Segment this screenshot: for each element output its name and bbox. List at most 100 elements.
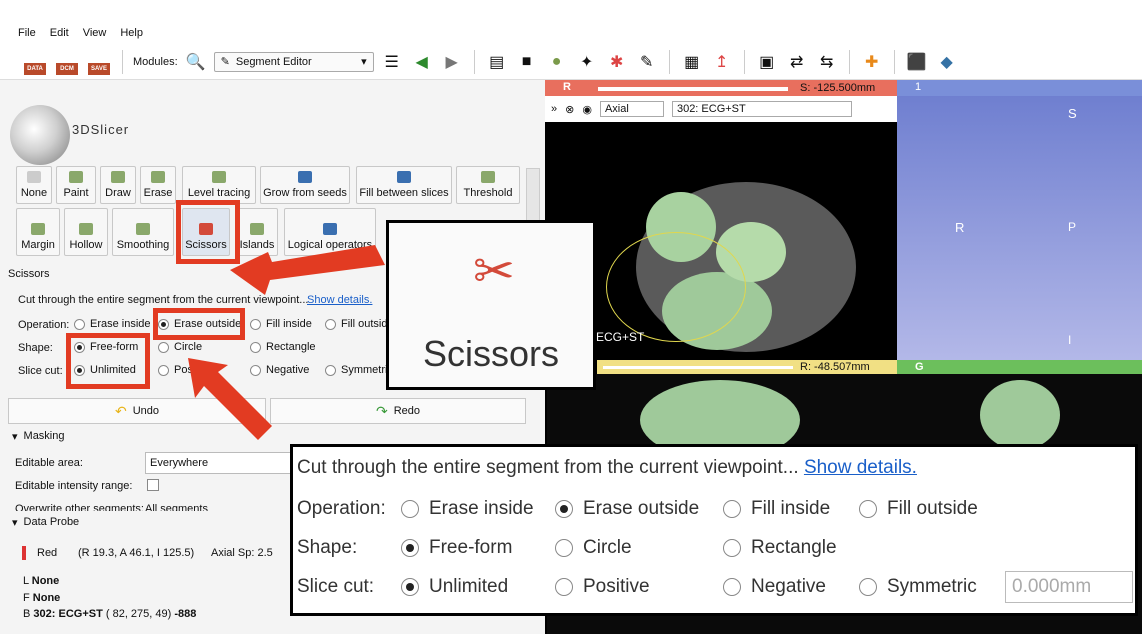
logical-operators-icon xyxy=(323,223,337,235)
probe-B: B 302: ECG+ST ( 82, 275, 49) -888 xyxy=(23,608,197,620)
section-title: Scissors xyxy=(8,268,50,280)
module-selector[interactable]: ✎ Segment Editor ▾ xyxy=(213,51,374,72)
search-icon[interactable]: 🔍 xyxy=(184,50,208,74)
effect-smoothing[interactable]: Smoothing xyxy=(112,208,174,256)
effect-margin[interactable]: Margin xyxy=(16,208,60,256)
probe-layer: Red xyxy=(37,547,58,559)
paint-icon xyxy=(69,171,83,183)
axis-i: I xyxy=(1068,333,1072,347)
blue-view-controller[interactable] xyxy=(897,80,1142,96)
popup-slice-unlimited[interactable]: Unlimited xyxy=(401,576,508,598)
menu-file[interactable]: File xyxy=(18,27,36,39)
menu-edit[interactable]: Edit xyxy=(50,27,69,39)
yellow-slider[interactable] xyxy=(603,366,793,369)
arrow-to-scissors xyxy=(230,245,385,295)
effect-fill-between-slices[interactable]: Fill between slices xyxy=(356,166,452,204)
popup-op-fill-outside[interactable]: Fill outside xyxy=(859,498,978,520)
save-button[interactable]: SAVE xyxy=(86,49,112,75)
back-icon[interactable]: ◀ xyxy=(410,50,434,74)
effect-grow-from-seeds[interactable]: Grow from seeds xyxy=(260,166,350,204)
threshold-icon xyxy=(481,171,495,183)
red-offset: S: -125.500mm xyxy=(800,82,876,94)
axial-ct-image[interactable] xyxy=(596,122,896,360)
smoothing-icon xyxy=(136,223,150,235)
data-module-icon[interactable]: ▤ xyxy=(485,50,509,74)
op-erase-inside[interactable]: Erase inside xyxy=(74,318,151,330)
draw-icon xyxy=(111,171,125,183)
red-slider[interactable] xyxy=(598,87,788,91)
python-icon[interactable]: ◆ xyxy=(935,50,959,74)
popup-shape-rectangle[interactable]: Rectangle xyxy=(723,537,837,559)
forward-icon[interactable]: ▶ xyxy=(440,50,464,74)
probe-F: F None xyxy=(23,592,61,604)
window-level-icon[interactable]: ⇆ xyxy=(815,50,839,74)
popup-slice-symmetric[interactable]: Symmetric xyxy=(859,576,977,598)
logo-text: 3DSlicer xyxy=(72,122,130,137)
orientation-select[interactable]: Axial xyxy=(599,101,664,117)
popup-show-details-link[interactable]: Show details. xyxy=(804,457,917,479)
volumes-icon[interactable]: ■ xyxy=(515,50,539,74)
menu-view[interactable]: View xyxy=(83,27,107,39)
operation-label: Operation: xyxy=(18,319,70,331)
overwrite-label: Overwrite other segments: xyxy=(15,503,144,511)
modules-label: Modules: xyxy=(133,55,178,68)
layout-icon[interactable]: ▦ xyxy=(680,50,704,74)
effect-hollow[interactable]: Hollow xyxy=(64,208,108,256)
popup-op-erase-inside[interactable]: Erase inside xyxy=(401,498,534,520)
pin-icon[interactable]: » xyxy=(551,103,557,115)
probe-spacing: Axial Sp: 2.5 xyxy=(211,547,273,559)
effect-erase[interactable]: Erase xyxy=(140,166,176,204)
fill-between-icon xyxy=(397,171,411,183)
effect-paint[interactable]: Paint xyxy=(56,166,96,204)
arrow-to-options xyxy=(188,358,272,440)
effect-level-tracing[interactable]: Level tracing xyxy=(182,166,256,204)
intensity-range-label: Editable intensity range: xyxy=(15,480,133,492)
editable-area-label: Editable area: xyxy=(15,457,83,469)
hollow-icon xyxy=(79,223,93,235)
level-tracing-icon xyxy=(212,171,226,183)
effect-draw[interactable]: Draw xyxy=(100,166,136,204)
effect-none[interactable]: None xyxy=(16,166,52,204)
yellow-offset: R: -48.507mm xyxy=(800,361,870,373)
mouse-mode-icon[interactable]: ⇄ xyxy=(785,50,809,74)
volume-select[interactable]: 302: ECG+ST xyxy=(671,101,852,117)
markups-icon[interactable]: ✱ xyxy=(605,50,629,74)
popup-op-fill-inside[interactable]: Fill inside xyxy=(723,498,830,520)
masking-header[interactable]: ▾ Masking xyxy=(12,430,65,443)
popup-slice-positive[interactable]: Positive xyxy=(555,576,650,598)
threed-view-letter: 1 xyxy=(915,81,922,93)
link-icon[interactable]: ⊗ xyxy=(565,103,574,116)
popup-op-erase-outside[interactable]: Erase outside xyxy=(555,498,699,520)
scissors-icon: ✂ xyxy=(473,243,515,299)
extensions-icon[interactable]: ⬛ xyxy=(905,50,929,74)
overwrite-select[interactable]: All segments xyxy=(145,503,295,511)
menu-help[interactable]: Help xyxy=(120,27,143,39)
crosshair-icon[interactable]: ↥ xyxy=(710,50,734,74)
callout-arrows xyxy=(188,245,385,440)
red-layer-marker xyxy=(22,546,26,560)
margin-icon xyxy=(31,223,45,235)
eye-icon[interactable]: ◉ xyxy=(582,103,592,116)
transforms-icon[interactable]: ✦ xyxy=(575,50,599,74)
threed-view[interactable] xyxy=(897,96,1142,360)
segment-editor-icon: ✎ xyxy=(220,56,230,68)
editor-icon[interactable]: ✎ xyxy=(635,50,659,74)
axis-s: S xyxy=(1068,106,1077,121)
effect-threshold[interactable]: Threshold xyxy=(456,166,520,204)
collapse-icon: ▾ xyxy=(12,517,18,529)
intensity-range-checkbox[interactable] xyxy=(147,479,159,491)
screenshot-icon[interactable]: ▣ xyxy=(755,50,779,74)
popup-operation-label: Operation: xyxy=(297,498,386,519)
popup-thickness-input[interactable]: 0.000mm xyxy=(1005,571,1133,603)
module-list-icon[interactable]: ☰ xyxy=(380,50,404,74)
popup-description: Cut through the entire segment from the … xyxy=(297,457,799,478)
dicom-button[interactable]: DCM xyxy=(54,49,80,75)
slicer-logo xyxy=(10,105,70,165)
popup-slice-negative[interactable]: Negative xyxy=(723,576,826,598)
popup-shape-free-form[interactable]: Free-form xyxy=(401,537,512,559)
green-slice-controller[interactable] xyxy=(897,360,1142,374)
fiducial-icon[interactable]: ✚ xyxy=(860,50,884,74)
popup-shape-circle[interactable]: Circle xyxy=(555,537,632,559)
load-data-button[interactable]: DATA xyxy=(22,49,48,75)
models-icon[interactable]: ● xyxy=(545,50,569,74)
